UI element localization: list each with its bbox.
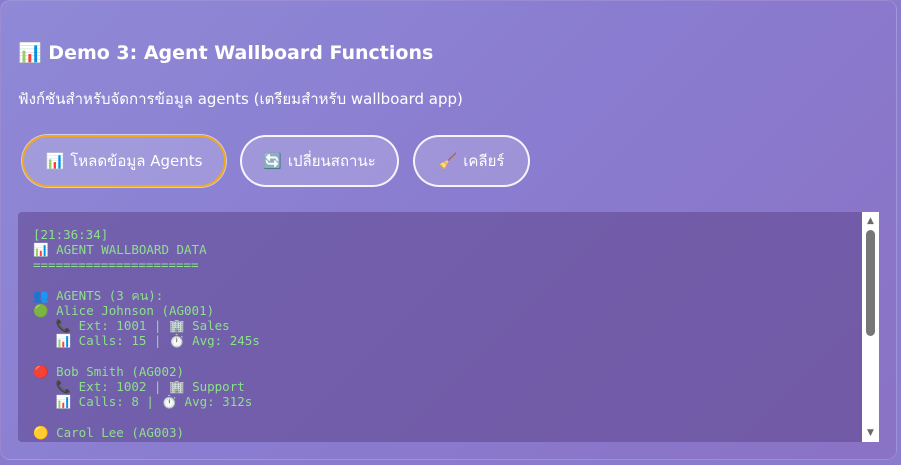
- console-line: 📞 Ext: 1001 | 🏢 Sales: [33, 318, 230, 334]
- console-line: 🟢 Alice Johnson (AG001): [33, 303, 215, 319]
- clear-label: เคลียร์: [463, 152, 505, 170]
- load-agents-label: โหลดข้อมูล Agents: [70, 152, 203, 170]
- scrollbar-thumb[interactable]: [866, 230, 875, 336]
- output-console[interactable]: [21:36:34] 📊 AGENT WALLBOARD DATA ========…: [18, 212, 879, 442]
- console-scrollbar[interactable]: ▲ ▼: [862, 212, 879, 442]
- console-line: [21:36:34]: [33, 227, 109, 242]
- console-line: 📊 AGENT WALLBOARD DATA: [33, 242, 207, 258]
- scroll-down-icon[interactable]: ▼: [862, 426, 879, 440]
- console-line: 📊 Calls: 15 | ⏱️ Avg: 245s: [33, 333, 260, 349]
- console-line: 📞 Ext: 1002 | 🏢 Support: [33, 379, 245, 395]
- console-line: 👥 AGENTS (3 คน):: [33, 287, 164, 303]
- chart-icon: 📊: [45, 152, 65, 170]
- page-title: 📊 Demo 3: Agent Wallboard Functions: [18, 41, 433, 64]
- broom-icon: 🧹: [438, 152, 458, 170]
- console-line: 🟡 Carol Lee (AG003): [33, 424, 185, 440]
- demo-panel: 📊 Demo 3: Agent Wallboard Functions ฟังก…: [0, 0, 897, 460]
- page-subtitle: ฟังก์ชันสำหรับจัดการข้อมูล agents (เตรีย…: [18, 90, 463, 108]
- console-line: ======================: [33, 257, 199, 273]
- clear-button[interactable]: 🧹 เคลียร์: [413, 135, 530, 187]
- refresh-icon: 🔄: [263, 152, 282, 170]
- console-line: 🔴 Bob Smith (AG002): [33, 363, 185, 379]
- page-title-text: Demo 3: Agent Wallboard Functions: [48, 42, 434, 64]
- change-status-label: เปลี่ยนสถานะ: [287, 152, 376, 170]
- change-status-button[interactable]: 🔄 เปลี่ยนสถานะ: [240, 135, 399, 187]
- console-line: 📊 Calls: 8 | ⏱️ Avg: 312s: [33, 394, 253, 410]
- scroll-up-icon[interactable]: ▲: [862, 214, 879, 228]
- chart-icon: 📊: [18, 42, 42, 64]
- load-agents-button[interactable]: 📊 โหลดข้อมูล Agents: [22, 135, 226, 187]
- console-output-text: [21:36:34] 📊 AGENT WALLBOARD DATA ========…: [33, 227, 853, 440]
